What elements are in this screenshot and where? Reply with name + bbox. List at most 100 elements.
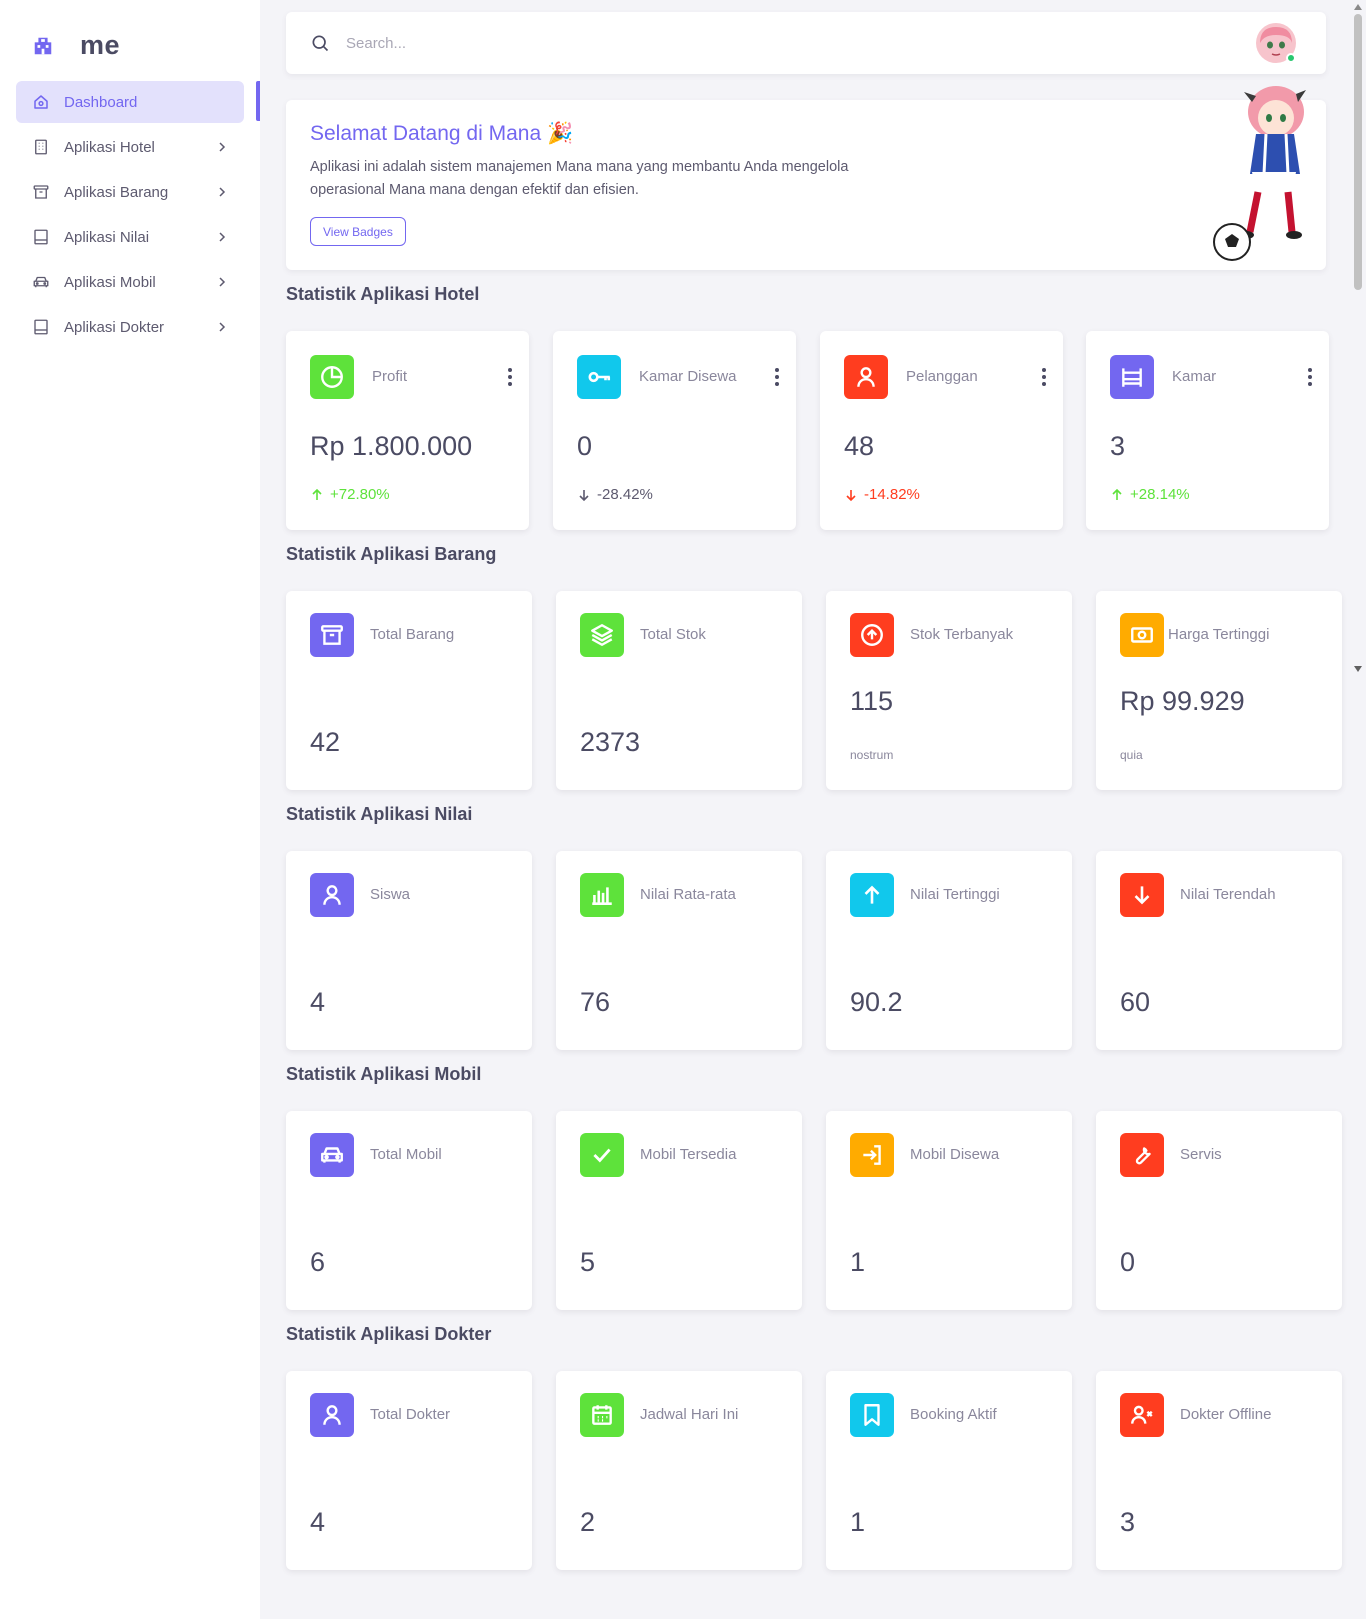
sidebar-item-label: Aplikasi Barang: [64, 183, 169, 201]
card-label: Nilai Tertinggi: [910, 886, 1000, 903]
chevron-right-icon: [216, 231, 228, 243]
card-label: Nilai Terendah: [1180, 886, 1276, 903]
stat-card-mobil-disewa: Mobil Disewa 1: [826, 1111, 1072, 1310]
card-value: 1: [850, 1247, 866, 1277]
search-icon[interactable]: [310, 33, 330, 53]
card-change-text: +72.80%: [330, 486, 390, 503]
scroll-thumb[interactable]: [1354, 14, 1362, 290]
stat-card-profit: Profit Rp 1.800.000 +72.80%: [286, 331, 529, 530]
card-value: 0: [577, 431, 593, 461]
stat-card-nilai-terendah: Nilai Terendah 60: [1096, 851, 1342, 1050]
cash-icon: [1120, 613, 1164, 657]
sidebar-item-label: Aplikasi Dokter: [64, 318, 165, 336]
sidebar-item-aplikasi-barang[interactable]: Aplikasi Barang: [16, 171, 244, 213]
card-value: 42: [310, 727, 341, 757]
card-value: 48: [844, 431, 875, 461]
avatar[interactable]: [1256, 23, 1296, 63]
card-value: 4: [310, 1507, 326, 1537]
stat-card-total-dokter: Total Dokter 4: [286, 1371, 532, 1570]
car-icon: [310, 1133, 354, 1177]
card-subtitle: nostrum: [850, 748, 894, 762]
arrow-up-icon: [1112, 488, 1122, 500]
section-title-hotel: Statistik Aplikasi Hotel: [286, 284, 480, 304]
online-status-dot: [1286, 53, 1296, 63]
more-vertical-icon[interactable]: [774, 368, 780, 386]
car-icon: [32, 273, 50, 291]
scroll-down-arrow-icon[interactable]: [1354, 666, 1362, 672]
card-value: Rp 99.929: [1120, 686, 1245, 716]
card-label: Nilai Rata-rata: [640, 886, 736, 903]
card-change: -14.82%: [844, 486, 920, 503]
card-value: 3: [1110, 431, 1126, 461]
card-label: Profit: [372, 368, 408, 385]
check-icon: [580, 1133, 624, 1177]
sidebar-item-dashboard[interactable]: Dashboard: [16, 81, 244, 123]
section-title-mobil: Statistik Aplikasi Mobil: [286, 1064, 482, 1084]
view-badges-button[interactable]: View Badges: [310, 217, 406, 246]
scroll-up-arrow-icon[interactable]: [1354, 4, 1362, 10]
active-indicator: [256, 81, 260, 121]
section-title-nilai: Statistik Aplikasi Nilai: [286, 804, 473, 824]
anime-soccer-illustration: [1213, 86, 1306, 261]
card-label: Booking Aktif: [910, 1406, 997, 1423]
card-change: +72.80%: [310, 486, 390, 503]
stat-card-harga-tertinggi: Harga Tertinggi Rp 99.929 quia: [1096, 591, 1342, 790]
stat-card-kamar: Kamar 3 +28.14%: [1086, 331, 1329, 530]
sidebar-item-label: Dashboard: [64, 93, 138, 111]
search-input[interactable]: [346, 30, 546, 56]
card-label: Total Barang: [370, 626, 455, 643]
card-label: Siswa: [370, 886, 411, 903]
section-title-barang: Statistik Aplikasi Barang: [286, 544, 497, 564]
arrow-up-icon: [312, 488, 322, 500]
chevron-right-icon: [216, 141, 228, 153]
sidebar-item-label: Aplikasi Nilai: [64, 228, 150, 246]
book-icon: [32, 228, 50, 246]
arrow-up-circle-icon: [850, 613, 894, 657]
login-icon: [850, 1133, 894, 1177]
bar-chart-icon: [580, 873, 624, 917]
sidebar-item-aplikasi-hotel[interactable]: Aplikasi Hotel: [16, 126, 244, 168]
card-change-text: -28.42%: [597, 486, 653, 503]
card-change: -28.42%: [577, 486, 653, 503]
bed-icon: [1110, 355, 1154, 399]
page-scrollbar[interactable]: [1350, 0, 1366, 676]
chevron-right-icon: [216, 186, 228, 198]
stack-icon: [580, 613, 624, 657]
welcome-description: Aplikasi ini adalah sistem manajemen Man…: [310, 159, 849, 198]
sidebar-nav: Dashboard Aplikasi Hotel Aplikasi Barang…: [16, 81, 244, 351]
stat-card-total-barang: Total Barang 42: [286, 591, 532, 790]
card-value: 0: [1120, 1247, 1136, 1277]
home-icon: [32, 93, 50, 111]
archive-icon: [32, 183, 50, 201]
stat-card-jadwal-hari-ini: Jadwal Hari Ini 2: [556, 1371, 802, 1570]
card-change-text: +28.14%: [1130, 486, 1190, 503]
sidebar-item-aplikasi-nilai[interactable]: Aplikasi Nilai: [16, 216, 244, 258]
stat-card-total-mobil: Total Mobil 6: [286, 1111, 532, 1310]
more-vertical-icon[interactable]: [1307, 368, 1313, 386]
chevron-right-icon: [216, 321, 228, 333]
card-label: Jadwal Hari Ini: [640, 1406, 739, 1423]
card-value: 90.2: [850, 987, 903, 1017]
card-value: 3: [1120, 1507, 1136, 1537]
card-label: Mobil Disewa: [910, 1146, 1000, 1163]
stat-card-mobil-tersedia: Mobil Tersedia 5: [556, 1111, 802, 1310]
stat-card-total-stok: Total Stok 2373: [556, 591, 802, 790]
hotel-logo-icon: [34, 37, 52, 54]
book-icon: [32, 318, 50, 336]
more-vertical-icon[interactable]: [1041, 368, 1047, 386]
stat-card-dokter-offline: Dokter Offline 3: [1096, 1371, 1342, 1570]
card-label: Stok Terbanyak: [910, 626, 1014, 643]
card-label: Servis: [1180, 1146, 1222, 1163]
sidebar-item-aplikasi-mobil[interactable]: Aplikasi Mobil: [16, 261, 244, 303]
brand[interactable]: me: [32, 30, 120, 61]
sidebar-item-aplikasi-dokter[interactable]: Aplikasi Dokter: [16, 306, 244, 348]
key-icon: [577, 355, 621, 399]
card-label: Kamar: [1172, 368, 1217, 385]
card-value: 60: [1120, 987, 1151, 1017]
more-vertical-icon[interactable]: [507, 368, 513, 386]
stat-card-kamar-disewa: Kamar Disewa 0 -28.42%: [553, 331, 796, 530]
card-label: Harga Tertinggi: [1168, 626, 1270, 643]
archive-icon: [310, 613, 354, 657]
stat-card-nilai-tertinggi: Nilai Tertinggi 90.2: [826, 851, 1072, 1050]
chevron-right-icon: [216, 276, 228, 288]
